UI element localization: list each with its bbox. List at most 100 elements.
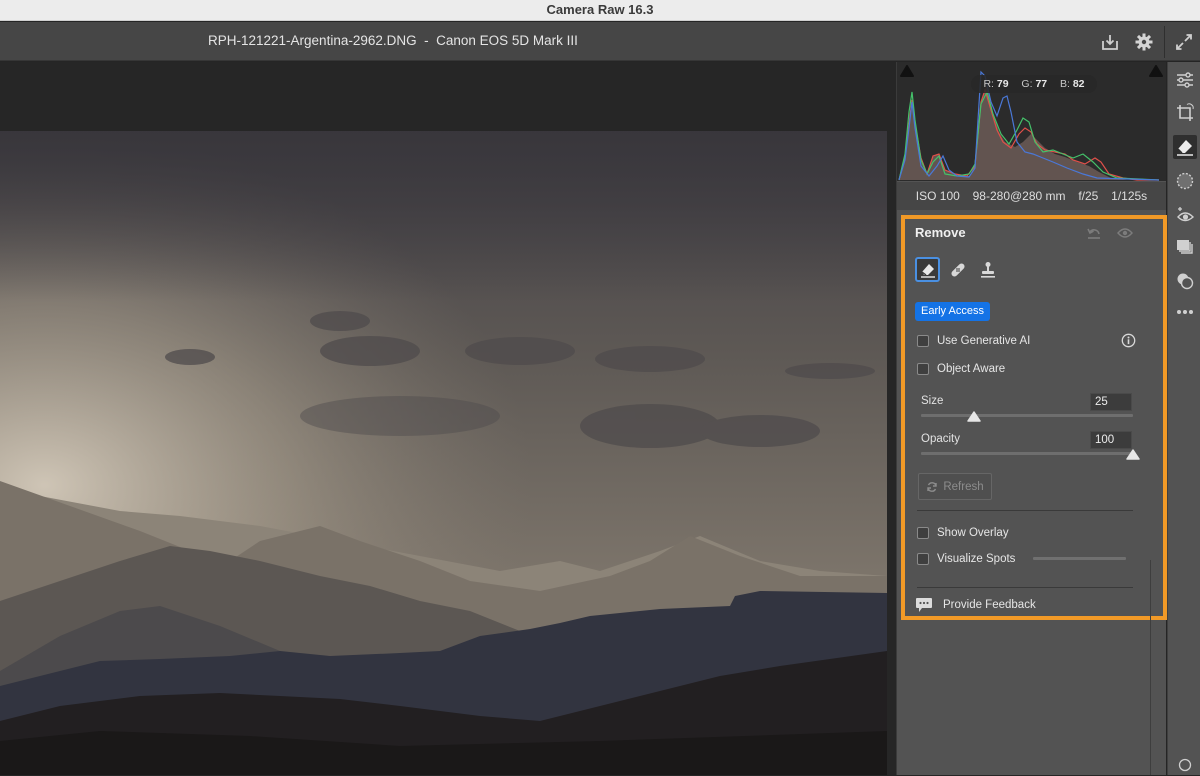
red-value: R: 79 bbox=[983, 78, 1008, 90]
masking-button[interactable] bbox=[1173, 169, 1197, 193]
save-button[interactable] bbox=[1099, 31, 1121, 53]
use-generative-ai-label: Use Generative AI bbox=[937, 335, 1031, 347]
section-divider bbox=[917, 587, 1133, 588]
panel-edge bbox=[1150, 560, 1151, 775]
eye-icon bbox=[1117, 228, 1133, 238]
early-access-badge: Early Access bbox=[915, 302, 990, 321]
toggle-visibility-button[interactable] bbox=[1116, 225, 1134, 241]
size-label: Size bbox=[921, 395, 944, 407]
app-header: RPH-121221-Argentina-2962.DNG - Canon EO… bbox=[0, 22, 1200, 61]
crop-rotate-icon bbox=[1177, 103, 1194, 121]
red-number: 79 bbox=[996, 78, 1009, 90]
shadow-clipping-button[interactable] bbox=[899, 64, 915, 78]
window-title: Camera Raw 16.3 bbox=[546, 2, 654, 17]
heal-tool-button[interactable] bbox=[945, 257, 970, 282]
edit-sliders-icon bbox=[1177, 72, 1193, 88]
checkbox-box[interactable] bbox=[917, 363, 929, 375]
show-overlay-label: Show Overlay bbox=[937, 527, 1009, 539]
refresh-button[interactable]: Refresh bbox=[918, 473, 992, 500]
highlight-clipping-button[interactable] bbox=[1148, 64, 1164, 78]
green-label: G: bbox=[1021, 78, 1033, 90]
file-title: RPH-121221-Argentina-2962.DNG - Canon EO… bbox=[208, 33, 578, 48]
more-options-button[interactable] bbox=[1173, 300, 1197, 324]
tool-rail bbox=[1167, 62, 1200, 775]
zoom-button[interactable] bbox=[1173, 752, 1197, 776]
refresh-label: Refresh bbox=[943, 480, 984, 493]
visualize-spots-checkbox[interactable]: Visualize Spots bbox=[917, 553, 1015, 565]
snapshots-button[interactable] bbox=[1173, 269, 1197, 293]
remove-panel-title: Remove bbox=[915, 225, 966, 240]
provide-feedback-link[interactable]: Provide Feedback bbox=[915, 597, 1036, 613]
settings-gear-icon bbox=[1135, 33, 1153, 51]
highlight-clipping-icon bbox=[1149, 65, 1163, 77]
size-input[interactable]: 25 bbox=[1090, 393, 1132, 411]
green-number: 77 bbox=[1035, 78, 1048, 90]
section-divider bbox=[917, 510, 1133, 511]
show-overlay-checkbox[interactable]: Show Overlay bbox=[917, 527, 1009, 539]
object-aware-label: Object Aware bbox=[937, 363, 1006, 375]
right-panel: R: 79 G: 77 B: 82 ISO 100 98-280@280 mm … bbox=[896, 62, 1167, 775]
opacity-slider-track[interactable] bbox=[921, 452, 1133, 455]
eraser-icon bbox=[920, 263, 935, 278]
remove-tool-button[interactable] bbox=[915, 257, 940, 282]
fullscreen-button[interactable] bbox=[1173, 31, 1195, 53]
checkbox-box[interactable] bbox=[917, 527, 929, 539]
blue-label: B: bbox=[1060, 78, 1070, 90]
generative-ai-info-button[interactable] bbox=[1121, 333, 1136, 348]
header-divider bbox=[1164, 26, 1165, 58]
size-slider-thumb[interactable] bbox=[967, 409, 981, 422]
exif-focal-length: 98-280@280 mm bbox=[972, 189, 1066, 203]
remove-button[interactable] bbox=[1173, 135, 1197, 159]
opacity-slider-thumb[interactable] bbox=[1126, 447, 1140, 460]
image-canvas[interactable] bbox=[0, 62, 896, 775]
masking-icon bbox=[1176, 172, 1194, 190]
save-icon bbox=[1102, 35, 1118, 50]
blue-value: B: 82 bbox=[1060, 78, 1085, 90]
shadow-clipping-icon bbox=[900, 65, 914, 77]
exif-iso: ISO 100 bbox=[915, 189, 960, 203]
bandage-icon bbox=[950, 262, 965, 277]
settings-button[interactable] bbox=[1133, 31, 1155, 53]
refresh-icon bbox=[927, 481, 938, 492]
presets-stack-icon bbox=[1177, 240, 1193, 254]
eraser-icon bbox=[1177, 140, 1193, 156]
red-eye-button[interactable] bbox=[1173, 203, 1197, 227]
crop-button[interactable] bbox=[1173, 101, 1197, 125]
visualize-spots-slider[interactable] bbox=[1033, 557, 1126, 560]
rgb-readout: R: 79 G: 77 B: 82 bbox=[971, 75, 1097, 93]
histogram: R: 79 G: 77 B: 82 bbox=[897, 62, 1166, 181]
slider-thumb-icon bbox=[967, 411, 981, 422]
magnifier-icon bbox=[1178, 758, 1192, 772]
reset-button[interactable] bbox=[1085, 225, 1103, 241]
window-titlebar: Camera Raw 16.3 bbox=[0, 0, 1200, 21]
landscape-photo bbox=[0, 131, 887, 775]
exif-info-bar: ISO 100 98-280@280 mm f/25 1/125s bbox=[897, 182, 1166, 210]
feedback-speech-bubble-icon bbox=[916, 598, 932, 612]
red-eye-icon bbox=[1177, 207, 1195, 222]
clone-stamp-icon bbox=[980, 261, 995, 278]
size-slider-track[interactable] bbox=[921, 414, 1133, 417]
object-aware-checkbox[interactable]: Object Aware bbox=[917, 363, 1005, 375]
edit-button[interactable] bbox=[1173, 68, 1197, 92]
red-label: R: bbox=[983, 78, 994, 90]
photo-preview[interactable] bbox=[0, 131, 887, 775]
snapshots-icon bbox=[1177, 273, 1194, 290]
checkbox-box[interactable] bbox=[917, 553, 929, 565]
remove-panel: Remove Early Access Use Generative AI Ob… bbox=[901, 215, 1167, 620]
exif-shutter: 1/125s bbox=[1111, 189, 1148, 203]
visualize-spots-label: Visualize Spots bbox=[937, 553, 1016, 565]
provide-feedback-label: Provide Feedback bbox=[943, 599, 1036, 611]
presets-button[interactable] bbox=[1173, 236, 1197, 260]
checkbox-box[interactable] bbox=[917, 335, 929, 347]
green-value: G: 77 bbox=[1021, 78, 1047, 90]
blue-number: 82 bbox=[1072, 78, 1085, 90]
use-generative-ai-checkbox[interactable]: Use Generative AI bbox=[917, 335, 1030, 347]
clone-tool-button[interactable] bbox=[975, 257, 1000, 282]
more-dots-icon bbox=[1177, 310, 1193, 314]
fullscreen-toggle-icon bbox=[1176, 34, 1192, 50]
info-icon bbox=[1121, 333, 1136, 348]
slider-thumb-icon bbox=[1126, 449, 1140, 460]
exif-aperture: f/25 bbox=[1078, 189, 1099, 203]
undo-reset-icon bbox=[1087, 228, 1100, 239]
opacity-label: Opacity bbox=[921, 433, 960, 445]
